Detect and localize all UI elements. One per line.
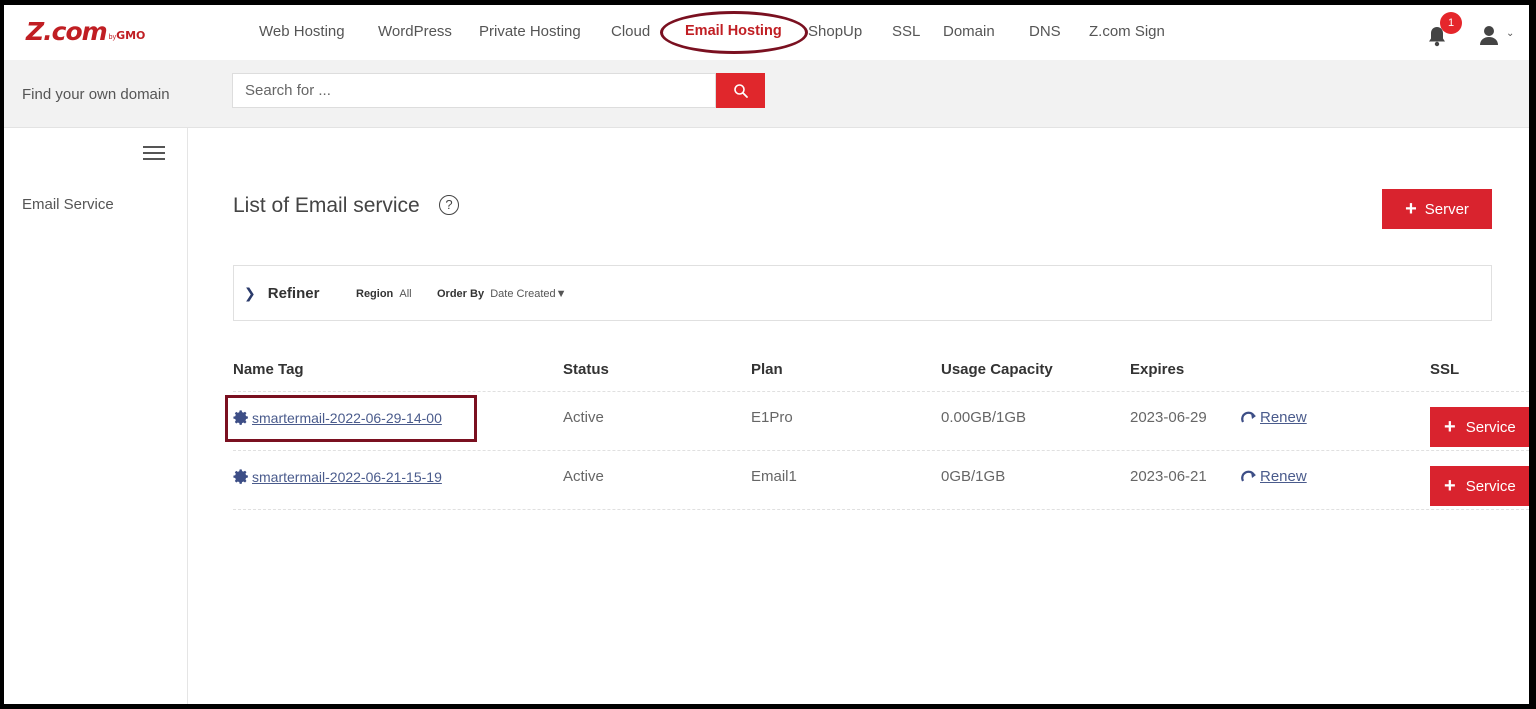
search-icon	[733, 83, 748, 98]
expires-cell: 2023-06-21	[1130, 468, 1207, 485]
find-domain-label: Find your own domain	[22, 86, 170, 103]
chevron-right-icon: ❯	[244, 285, 256, 301]
table-divider	[233, 450, 1529, 451]
region-filter[interactable]: Region All	[356, 288, 412, 300]
region-filter-value: All	[399, 288, 412, 300]
top-header: Z.com by GMO Web Hosting WordPress Priva…	[4, 5, 1529, 60]
chevron-down-icon[interactable]: ⌄	[1506, 28, 1514, 39]
column-header-plan: Plan	[751, 361, 783, 378]
notification-badge[interactable]: 1	[1440, 12, 1462, 34]
nav-shopup[interactable]: ShopUp	[808, 23, 862, 40]
gear-icon	[233, 469, 248, 484]
nav-wordpress[interactable]: WordPress	[378, 23, 452, 40]
service-button-label: Service	[1465, 477, 1516, 495]
renew-link[interactable]: Renew	[1240, 468, 1307, 485]
hamburger-menu-icon[interactable]	[143, 146, 165, 160]
column-header-usage-capacity: Usage Capacity	[941, 361, 1053, 378]
search-button[interactable]	[716, 73, 765, 108]
nav-zcom-sign[interactable]: Z.com Sign	[1089, 23, 1165, 40]
nav-web-hosting[interactable]: Web Hosting	[259, 23, 345, 40]
sidebar-item-email-service[interactable]: Email Service	[22, 196, 114, 213]
app-frame: Z.com by GMO Web Hosting WordPress Priva…	[4, 5, 1529, 704]
main-nav: Web Hosting WordPress Private Hosting Cl…	[4, 5, 1529, 60]
column-header-ssl: SSL	[1430, 361, 1460, 378]
domain-search-input[interactable]	[232, 73, 716, 108]
sidebar: Email Service	[4, 128, 188, 704]
expires-cell: 2023-06-29	[1130, 409, 1207, 426]
renew-label: Renew	[1260, 468, 1307, 485]
nav-dns[interactable]: DNS	[1029, 23, 1061, 40]
table-divider	[233, 391, 1529, 392]
order-by-filter[interactable]: Order By Date Created▼	[437, 288, 567, 300]
usage-capacity-cell: 0.00GB/1GB	[941, 409, 1027, 426]
order-by-label: Order By	[437, 288, 485, 300]
renew-icon	[1241, 411, 1256, 423]
refiner-panel: ❯ Refiner Region All Order By Date Creat…	[233, 265, 1492, 321]
plus-icon: +	[1444, 475, 1456, 497]
status-cell: Active	[563, 409, 604, 426]
help-icon[interactable]: ?	[439, 195, 459, 215]
nav-cloud[interactable]: Cloud	[611, 23, 650, 40]
plan-cell: E1Pro	[751, 409, 793, 426]
nav-ssl[interactable]: SSL	[892, 23, 920, 40]
add-server-label: Server	[1424, 200, 1469, 218]
column-header-expires: Expires	[1130, 361, 1185, 378]
email-service-name: smartermail-2022-06-29-14-00	[252, 409, 442, 426]
nav-private-hosting[interactable]: Private Hosting	[479, 23, 581, 40]
column-header-status: Status	[563, 361, 609, 378]
region-filter-label: Region	[356, 288, 394, 300]
page-title: List of Email service	[233, 194, 420, 217]
table-divider	[233, 509, 1529, 510]
plus-icon: +	[1405, 198, 1417, 220]
add-ssl-service-button[interactable]: + Service	[1430, 466, 1529, 506]
status-cell: Active	[563, 468, 604, 485]
service-button-label: Service	[1465, 418, 1516, 436]
renew-icon	[1241, 470, 1256, 482]
add-server-button[interactable]: + Server	[1382, 189, 1492, 229]
nav-domain[interactable]: Domain	[943, 23, 995, 40]
plan-cell: Email1	[751, 468, 797, 485]
user-icon[interactable]	[1478, 24, 1500, 46]
plus-icon: +	[1444, 416, 1456, 438]
email-service-name-link[interactable]: smartermail-2022-06-21-15-19	[233, 468, 442, 485]
email-service-name: smartermail-2022-06-21-15-19	[252, 468, 442, 485]
order-by-value: Date Created▼	[490, 288, 567, 300]
nav-email-hosting[interactable]: Email Hosting	[685, 23, 782, 39]
renew-label: Renew	[1260, 409, 1307, 426]
renew-link[interactable]: Renew	[1240, 409, 1307, 426]
refiner-toggle[interactable]: ❯ Refiner	[244, 285, 319, 302]
column-header-name-tag: Name Tag	[233, 361, 304, 378]
gear-icon	[233, 410, 248, 425]
usage-capacity-cell: 0GB/1GB	[941, 468, 1006, 485]
domain-search-bar: Find your own domain	[4, 60, 1529, 128]
refiner-label: Refiner	[267, 285, 320, 302]
add-ssl-service-button[interactable]: + Service	[1430, 407, 1529, 447]
email-service-name-link[interactable]: smartermail-2022-06-29-14-00	[233, 409, 442, 426]
